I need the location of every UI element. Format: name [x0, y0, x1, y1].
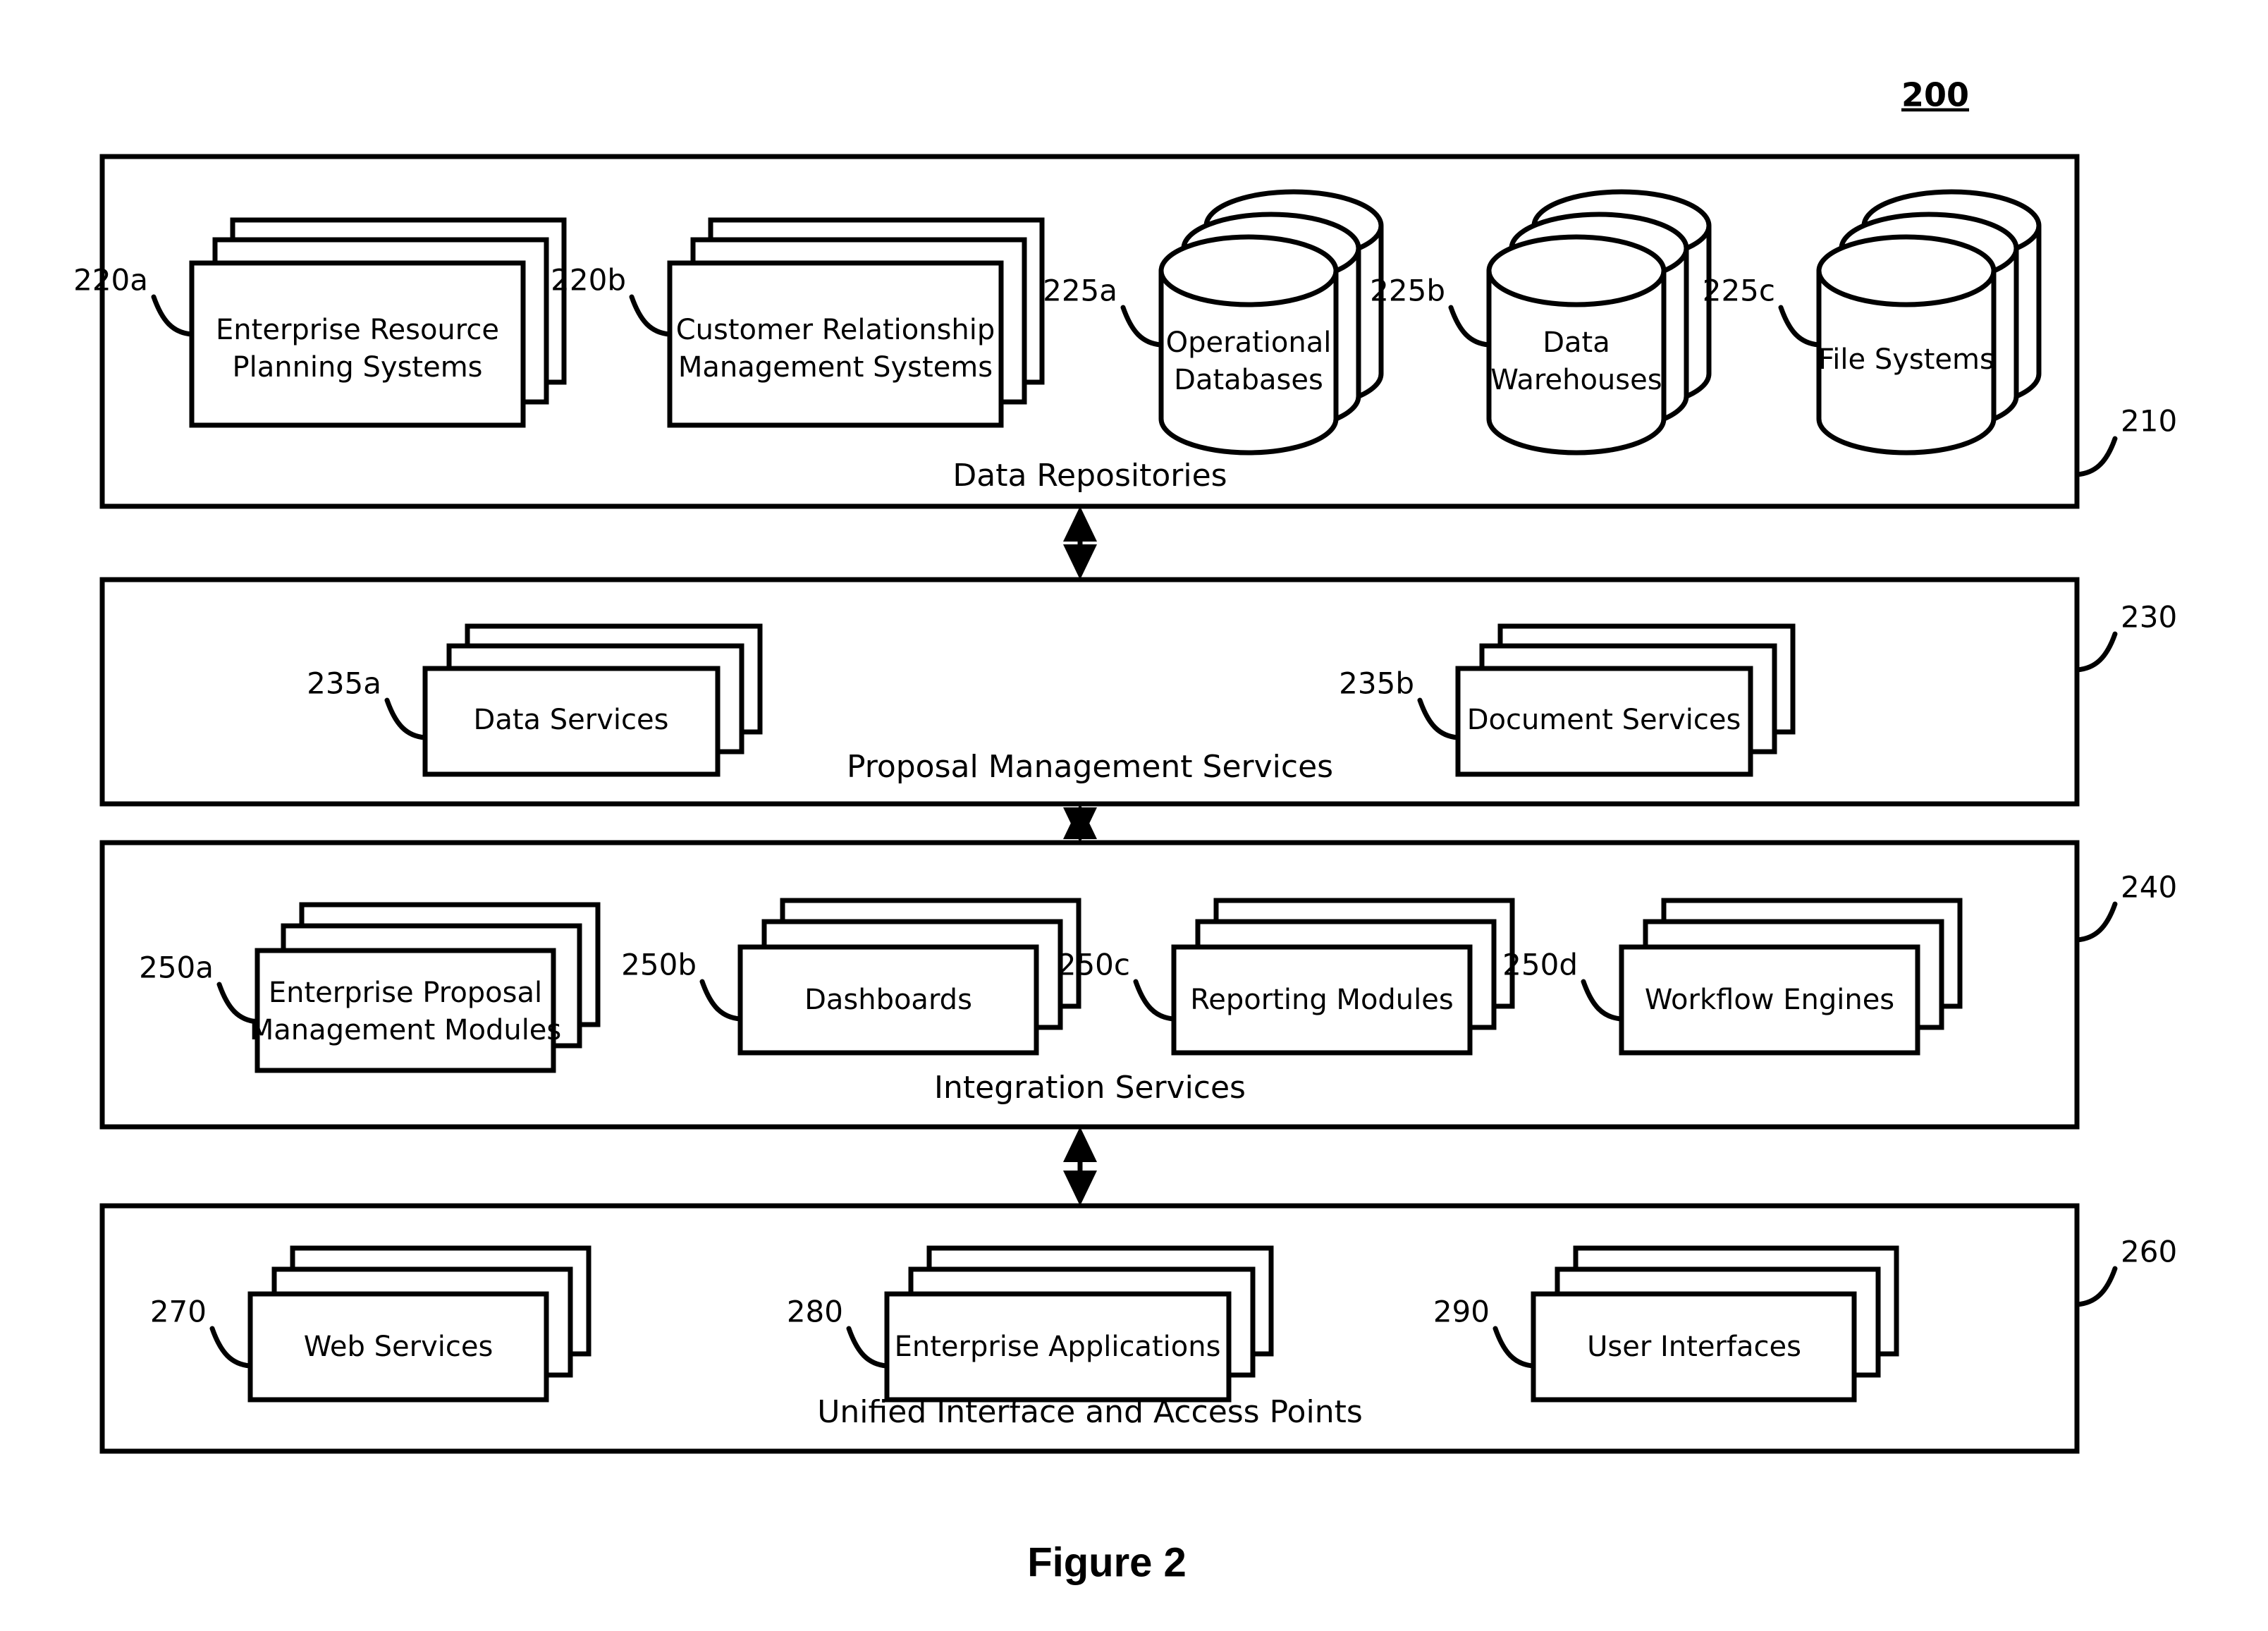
connector-3-arrowhead-up [1063, 1127, 1097, 1162]
node-225c-leader-line [1778, 305, 1822, 348]
figure-number-tag: 200 [1901, 76, 1969, 114]
node-225c-label-line1: File Systems [1818, 343, 1994, 376]
node-220b-leader-line [629, 294, 673, 337]
layer-title-210: Data Repositories [952, 458, 1227, 494]
layer-240-ref: 240 [2121, 870, 2177, 905]
layer-integration-services: Enterprise Proposal Management Modules 2… [99, 840, 2177, 1130]
node-250c[interactable]: Reporting Modules 250c [1058, 898, 1515, 1056]
node-235a-ref: 235a [307, 666, 381, 701]
node-250a-front [255, 948, 556, 1073]
layer-unified-interface: Web Services 270 Enterprise Applications… [99, 1203, 2177, 1454]
node-235b-leader-line [1417, 697, 1461, 740]
node-235a[interactable]: Data Services 235a [307, 623, 763, 777]
node-250c-label-line1: Reporting Modules [1190, 984, 1453, 1016]
connector-1-arrowhead-down [1063, 544, 1097, 580]
node-220b-ref: 220b [551, 263, 626, 298]
node-250a-label-line1: Enterprise Proposal [269, 977, 542, 1009]
figure-caption: Figure 2 [1027, 1539, 1187, 1585]
node-225b-front-top [1486, 234, 1667, 307]
node-220a-leader-line [151, 294, 195, 337]
node-225a-leader-line [1120, 305, 1164, 348]
node-225b-label-line2: Warehouses [1490, 364, 1662, 396]
figure-root: 200 Enterprise Resource Planning Systems… [0, 0, 2268, 1631]
node-220a-label-line1: Enterprise Resource [216, 314, 499, 346]
architecture-diagram: 200 Enterprise Resource Planning Systems… [73, 76, 2177, 1586]
layer-260-ref: 260 [2121, 1235, 2177, 1269]
node-235a-leader-line [384, 697, 428, 740]
node-280-label-line1: Enterprise Applications [895, 1331, 1221, 1363]
node-225c[interactable]: File Systems 225c [1703, 189, 2042, 456]
node-250d-leader-line [1581, 979, 1624, 1022]
node-225a[interactable]: Operational Databases 225a [1043, 189, 1384, 456]
node-220a-ref: 220a [73, 263, 148, 298]
node-250a-ref: 250a [139, 951, 214, 985]
node-250d-ref: 250d [1502, 948, 1578, 982]
connector-services-to-integration [1063, 804, 1097, 843]
node-220a-label-line2: Planning Systems [232, 351, 482, 384]
layer-title-230: Proposal Management Services [847, 749, 1333, 785]
node-270-leader-line [209, 1326, 253, 1369]
node-250c-leader-line [1133, 979, 1177, 1022]
node-270-ref: 270 [150, 1295, 207, 1329]
connector-integration-to-interface [1063, 1127, 1097, 1206]
node-250d-label-line1: Workflow Engines [1645, 984, 1894, 1016]
node-250b-ref: 250b [621, 948, 697, 982]
node-250d[interactable]: Workflow Engines 250d [1502, 898, 1963, 1056]
connector-1-arrowhead-up [1063, 506, 1097, 542]
node-250c-ref: 250c [1058, 948, 1130, 982]
layer-230-leader-line [2074, 631, 2118, 673]
layer-proposal-management-services: Data Services 235a Document Services 235… [99, 577, 2177, 807]
node-225a-ref: 225a [1043, 274, 1117, 308]
node-280-leader-line [846, 1326, 890, 1369]
node-220b-label-line2: Management Systems [678, 351, 993, 384]
node-220b-label-line1: Customer Relationship [676, 314, 995, 346]
node-250a[interactable]: Enterprise Proposal Management Modules 2… [139, 902, 601, 1073]
layer-210-ref: 210 [2121, 404, 2177, 439]
layer-title-260: Unified Interface and Access Points [817, 1394, 1363, 1430]
node-250b[interactable]: Dashboards 250b [621, 898, 1081, 1056]
layer-title-240: Integration Services [934, 1070, 1246, 1106]
layer-230-ref: 230 [2121, 600, 2177, 635]
node-225c-ref: 225c [1703, 274, 1775, 308]
node-250b-leader-line [699, 979, 743, 1022]
node-225b-ref: 225b [1370, 274, 1445, 308]
node-220a[interactable]: Enterprise Resource Planning Systems 220… [73, 217, 567, 428]
node-225a-label-line2: Databases [1174, 364, 1323, 396]
connector-3-arrowhead-down [1063, 1171, 1097, 1206]
node-250b-label-line1: Dashboards [804, 984, 972, 1016]
node-290-ref: 290 [1433, 1295, 1490, 1329]
node-250a-label-line2: Management Modules [250, 1014, 562, 1046]
node-225a-label-line1: Operational [1166, 326, 1332, 359]
connector-repositories-to-services [1063, 506, 1097, 580]
node-280[interactable]: Enterprise Applications 280 [787, 1245, 1274, 1403]
layer-240-leader-line [2074, 901, 2118, 943]
node-235a-label-line1: Data Services [474, 704, 669, 736]
layer-260-leader-line [2074, 1266, 2118, 1307]
node-235b-ref: 235b [1339, 666, 1414, 701]
node-225a-front-top [1158, 234, 1339, 307]
layer-data-repositories: Enterprise Resource Planning Systems 220… [73, 154, 2177, 509]
node-270[interactable]: Web Services 270 [150, 1245, 591, 1403]
node-235b[interactable]: Document Services 235b [1339, 623, 1796, 777]
node-290[interactable]: User Interfaces 290 [1433, 1245, 1899, 1403]
node-225b[interactable]: Data Warehouses 225b [1370, 189, 1712, 456]
node-220b[interactable]: Customer Relationship Management Systems… [551, 217, 1045, 428]
layer-210-leader-line [2074, 436, 2118, 477]
node-225b-leader-line [1448, 305, 1492, 348]
node-225c-front-top [1816, 234, 1997, 307]
node-280-ref: 280 [787, 1295, 843, 1329]
node-225b-label-line1: Data [1543, 326, 1610, 359]
node-270-label-line1: Web Services [304, 1331, 494, 1363]
node-235b-label-line1: Document Services [1467, 704, 1741, 736]
node-290-label-line1: User Interfaces [1587, 1331, 1801, 1363]
node-290-leader-line [1492, 1326, 1536, 1369]
